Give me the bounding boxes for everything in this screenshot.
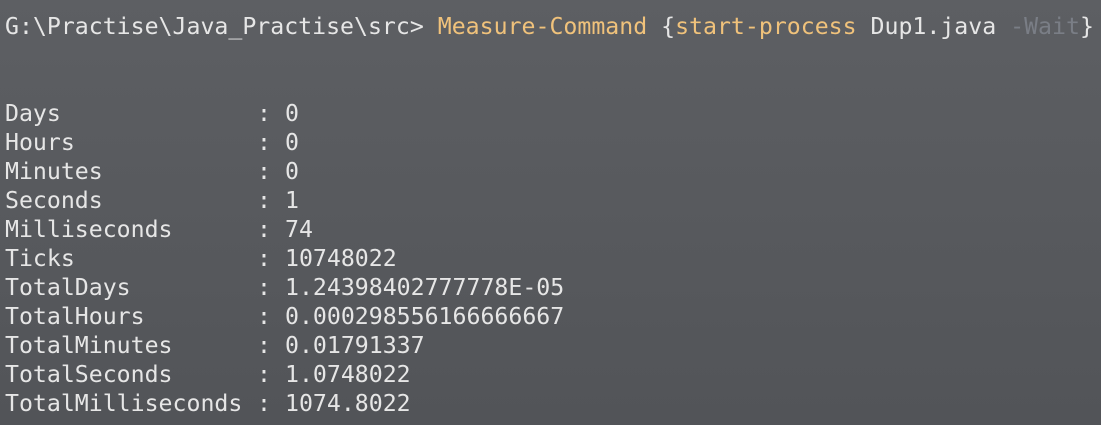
property-separator: : (257, 129, 271, 156)
command-argument: Dup1.java (856, 13, 1011, 40)
output-row-hours: Hours:0 (5, 128, 1101, 157)
output-row-total-minutes: TotalMinutes:0.01791337 (5, 331, 1101, 360)
property-value: 0 (285, 100, 299, 127)
command-line: G:\Practise\Java_Practise\src> Measure-C… (5, 12, 1101, 41)
property-separator: : (257, 390, 271, 417)
output-row-milliseconds: Milliseconds:74 (5, 215, 1101, 244)
property-separator: : (257, 158, 271, 185)
command-name: Measure-Command (437, 13, 648, 40)
property-name: Milliseconds (5, 216, 173, 243)
property-name: Seconds (5, 187, 103, 214)
output-row-total-milliseconds: TotalMilliseconds:1074.8022 (5, 389, 1101, 418)
property-separator: : (257, 245, 271, 272)
property-separator: : (257, 303, 271, 330)
property-value: 1.24398402777778E-05 (285, 274, 565, 301)
output-row-total-seconds: TotalSeconds:1.0748022 (5, 360, 1101, 389)
property-value: 74 (285, 216, 313, 243)
property-name: Hours (5, 129, 75, 156)
measure-output-list: Days:0 Hours:0 Minutes:0 Seconds:1 Milli… (5, 99, 1101, 418)
terminal-window[interactable]: G:\Practise\Java_Practise\src> Measure-C… (0, 0, 1101, 425)
property-value: 0.01791337 (285, 332, 425, 359)
property-separator: : (257, 216, 271, 243)
property-separator: : (257, 332, 271, 359)
property-value: 1074.8022 (285, 390, 411, 417)
property-name: TotalSeconds (5, 361, 173, 388)
property-value: 1.0748022 (285, 361, 411, 388)
output-row-total-hours: TotalHours:0.000298556166666667 (5, 302, 1101, 331)
property-separator: : (257, 274, 271, 301)
output-row-total-days: TotalDays:1.24398402777778E-05 (5, 273, 1101, 302)
property-value: 0 (285, 129, 299, 156)
property-value: 1 (285, 187, 299, 214)
property-name: Ticks (5, 245, 75, 272)
property-name: TotalMinutes (5, 332, 173, 359)
property-value: 0.000298556166666667 (285, 303, 565, 330)
property-name: Minutes (5, 158, 103, 185)
open-brace: { (647, 13, 676, 40)
property-value: 0 (285, 158, 299, 185)
output-row-days: Days:0 (5, 99, 1101, 128)
property-separator: : (257, 100, 271, 127)
subcommand-name: start-process (675, 13, 857, 40)
property-name: TotalHours (5, 303, 145, 330)
output-row-seconds: Seconds:1 (5, 186, 1101, 215)
property-name: Days (5, 100, 61, 127)
command-parameter: -Wait (1010, 13, 1080, 40)
property-name: TotalDays (5, 274, 131, 301)
property-separator: : (257, 187, 271, 214)
output-row-minutes: Minutes:0 (5, 157, 1101, 186)
property-name: TotalMilliseconds (5, 390, 243, 417)
property-value: 10748022 (285, 245, 397, 272)
output-row-ticks: Ticks:10748022 (5, 244, 1101, 273)
prompt-path: G:\Practise\Java_Practise\src> (5, 13, 438, 40)
close-brace: } (1079, 13, 1094, 40)
property-separator: : (257, 361, 271, 388)
